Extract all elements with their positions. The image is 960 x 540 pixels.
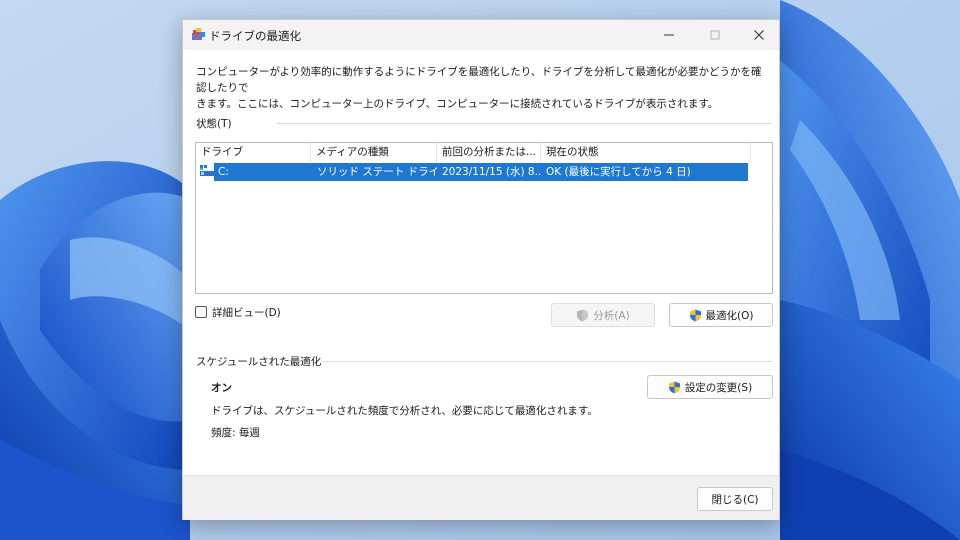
media-type-cell: ソリッド ステート ドライブ [317, 166, 437, 178]
drive-row-selected[interactable]: C: ソリッド ステート ドライブ 2023/11/15 (水) 8... OK… [214, 163, 748, 181]
schedule-section-label: スケジュールされた最適化 [196, 356, 322, 368]
dialog-content: コンピューターがより効率的に動作するようにドライブを最適化したり、ドライブを分析… [183, 50, 779, 475]
drive-list-header: ドライブ メディアの種類 前回の分析または... 現在の状態 [196, 143, 772, 162]
schedule-frequency: 頻度: 毎週 [211, 427, 260, 439]
minimize-icon [664, 34, 674, 36]
defrag-app-icon [192, 28, 205, 40]
column-header-drive[interactable]: ドライブ [196, 143, 311, 162]
last-run-cell: 2023/11/15 (水) 8... [442, 166, 542, 178]
description-line-1: コンピューターがより効率的に動作するようにドライブを最適化したり、ドライブを分析… [196, 66, 762, 94]
uac-shield-icon [577, 309, 589, 321]
minimize-button[interactable] [647, 20, 691, 50]
optimize-button[interactable]: 最適化(O) [669, 303, 773, 327]
change-settings-button-label: 設定の変更(S) [684, 381, 753, 394]
uac-shield-icon [689, 309, 701, 321]
optimize-button-label: 最適化(O) [705, 309, 754, 322]
close-icon [754, 30, 764, 40]
maximize-button [693, 20, 737, 50]
schedule-description: ドライブは、スケジュールされた頻度で分析され、必要に応じて最適化されます。 [211, 405, 598, 417]
schedule-state: オン [211, 382, 232, 394]
window-title: ドライブの最適化 [209, 29, 301, 43]
description-line-2: きます。ここには、コンピューター上のドライブ、コンピューターに接続されているドラ… [196, 98, 719, 110]
current-status-cell: OK (最後に実行してから 4 日) [546, 166, 691, 178]
status-section-divider [277, 123, 773, 124]
analyze-button[interactable]: 分析(A) [551, 303, 655, 327]
title-bar[interactable]: ドライブの最適化 [183, 20, 779, 50]
schedule-section-divider [323, 361, 773, 362]
description-text: コンピューターがより効率的に動作するようにドライブを最適化したり、ドライブを分析… [196, 64, 766, 112]
optimize-drives-window: ドライブの最適化 コンピューターがより効率的に動作するようにドライブを最適化した… [182, 19, 780, 520]
close-window-button[interactable] [737, 20, 781, 50]
drive-list[interactable]: ドライブ メディアの種類 前回の分析または... 現在の状態 C: ソリッド ス… [195, 142, 773, 294]
column-header-media-type[interactable]: メディアの種類 [311, 143, 437, 162]
drive-icon [200, 165, 214, 176]
column-header-current-status[interactable]: 現在の状態 [541, 143, 751, 162]
drive-cell: C: [218, 166, 229, 178]
analyze-button-label: 分析(A) [593, 309, 630, 322]
close-button-label: 閉じる(C) [711, 493, 759, 506]
change-settings-button[interactable]: 設定の変更(S) [647, 375, 773, 399]
maximize-icon [710, 30, 720, 40]
close-button[interactable]: 閉じる(C) [697, 487, 773, 511]
column-header-last-run[interactable]: 前回の分析または... [437, 143, 541, 162]
uac-shield-icon [668, 381, 680, 393]
detail-view-label[interactable]: 詳細ビュー(D) [212, 305, 281, 320]
status-section-label: 状態(T) [196, 118, 232, 130]
dialog-footer: 閉じる(C) [183, 475, 779, 520]
detail-view-checkbox[interactable] [195, 306, 207, 318]
